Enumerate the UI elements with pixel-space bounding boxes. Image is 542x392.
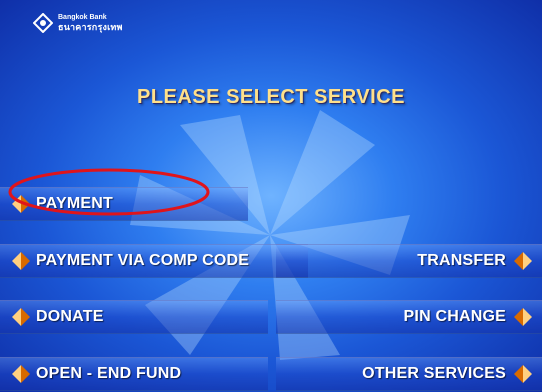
right-arrow-icon [514,365,532,383]
other-services-label: OTHER SERVICES [362,365,506,382]
bank-name-english: Bangkok Bank [58,14,107,21]
payment-button[interactable]: PAYMENT [0,187,248,221]
left-arrow-icon [12,195,30,213]
left-arrow-icon [12,252,30,270]
left-arrow-icon [12,308,30,326]
bangkok-bank-logo-icon [33,13,53,33]
bank-logo: Bangkok Bank ธนาคารกรุงเทพ [33,13,123,33]
other-services-button[interactable]: OTHER SERVICES [276,357,542,391]
pin-change-label: PIN CHANGE [403,308,506,325]
right-arrow-icon [514,308,532,326]
open-end-fund-label: OPEN - END FUND [36,365,182,382]
left-arrow-icon [12,365,30,383]
open-end-fund-button[interactable]: OPEN - END FUND [0,357,268,391]
pin-change-button[interactable]: PIN CHANGE [276,300,542,334]
bank-name-thai: ธนาคารกรุงเทพ [58,22,123,32]
donate-label: DONATE [36,308,104,325]
donate-button[interactable]: DONATE [0,300,268,334]
atm-screen: Bangkok Bank ธนาคารกรุงเทพ PLEASE SELECT… [0,0,542,392]
transfer-label: TRANSFER [417,252,506,269]
transfer-button[interactable]: TRANSFER [276,244,542,278]
payment-via-comp-code-button[interactable]: PAYMENT VIA COMP CODE [0,244,308,278]
payment-via-comp-code-label: PAYMENT VIA COMP CODE [36,252,250,269]
right-arrow-icon [514,252,532,270]
payment-label: PAYMENT [36,195,113,212]
screen-title: PLEASE SELECT SERVICE [137,86,405,108]
